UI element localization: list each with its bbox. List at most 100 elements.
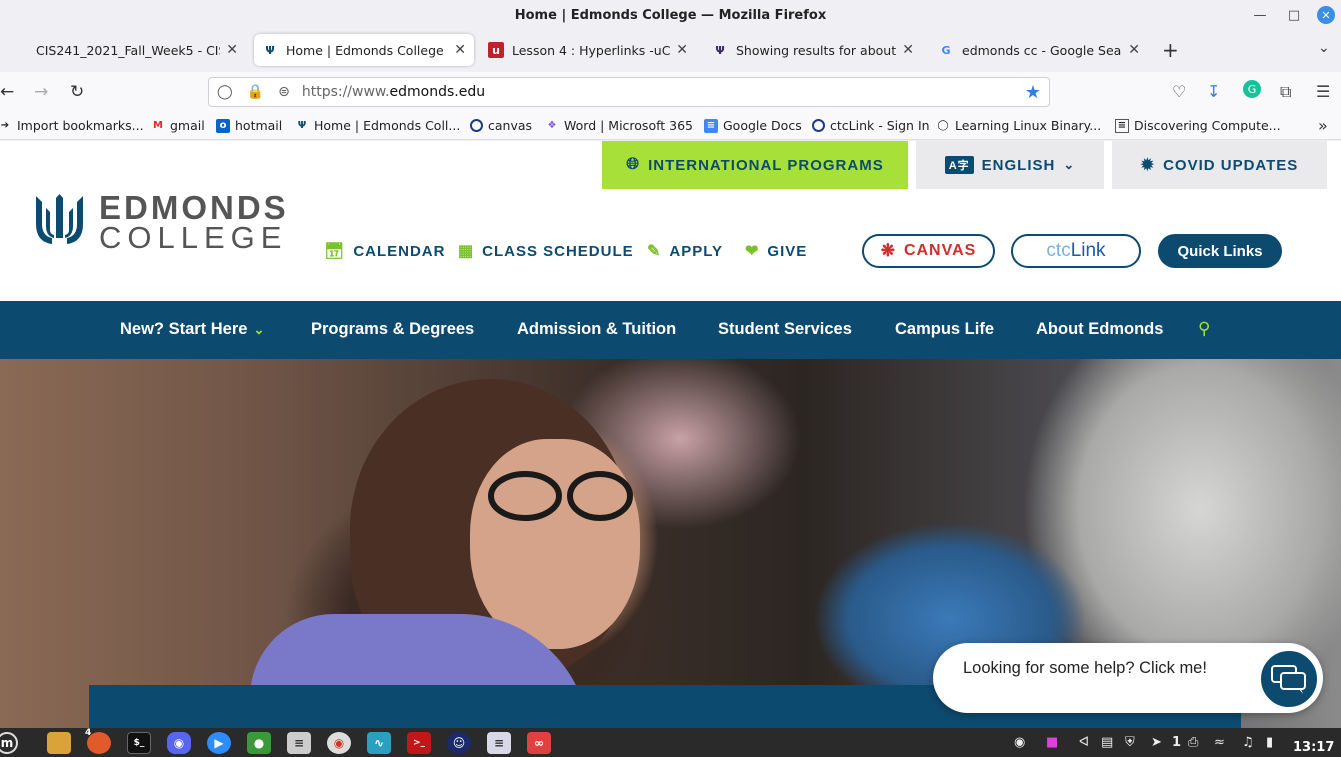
bookmark-learning-linux[interactable]: ◯ Learning Linux Binary...: [936, 118, 1101, 133]
bookmark-discovering[interactable]: ≡ Discovering Compute...: [1115, 118, 1281, 133]
bluetooth-icon[interactable]: ᐊ: [1079, 735, 1089, 750]
nav-student-services[interactable]: Student Services: [718, 320, 852, 339]
quick-links-button[interactable]: Quick Links: [1158, 234, 1282, 268]
bookmark-label: Learning Linux Binary...: [955, 118, 1102, 133]
class-schedule-link[interactable]: ▦ CLASS SCHEDULE: [458, 241, 634, 261]
canvas-button[interactable]: ❋ CANVAS: [862, 234, 995, 268]
tab-showing-results[interactable]: Ψ Showing results for aboutus ✕: [704, 32, 922, 68]
printer-icon[interactable]: ⎙: [1188, 735, 1198, 750]
give-link[interactable]: ❤ GIVE: [745, 241, 807, 261]
terminal-icon[interactable]: $_: [127, 732, 151, 754]
bookmark-canvas[interactable]: canvas: [470, 118, 532, 133]
nav-campus-life[interactable]: Campus Life: [895, 320, 994, 339]
more-bookmarks-chevron-icon[interactable]: »: [1318, 116, 1328, 135]
bookmark-star-icon[interactable]: ★: [1025, 82, 1041, 103]
tab-cis241[interactable]: CIS241_2021_Fall_Week5 - CIS2 ✕: [28, 32, 246, 68]
bookmark-ctclink[interactable]: ctcLink - Sign In: [812, 118, 930, 133]
menu-hamburger-icon[interactable]: ☰: [1316, 82, 1330, 101]
close-window-icon[interactable]: ✕: [1317, 6, 1335, 24]
calendar-link[interactable]: 📅︎ CALENDAR: [324, 241, 445, 261]
tab-google-search[interactable]: G edmonds cc - Google Search ✕: [930, 32, 1148, 68]
bookmark-edmonds[interactable]: Ψ Home | Edmonds Coll...: [295, 118, 461, 133]
new-tab-icon[interactable]: +: [1162, 38, 1179, 62]
chat-bubbles-icon: [1271, 665, 1306, 694]
bookmark-label: gmail: [170, 118, 205, 133]
notifications-icon[interactable]: ➤: [1151, 735, 1162, 750]
nav-admission-tuition[interactable]: Admission & Tuition: [517, 320, 676, 339]
bookmark-google-docs[interactable]: ≡ Google Docs: [704, 118, 802, 133]
forward-arrow-icon[interactable]: →: [34, 82, 48, 102]
text-editor-icon[interactable]: ≡: [487, 732, 511, 754]
pocket-icon[interactable]: ♡: [1172, 82, 1186, 101]
language-select-button[interactable]: A字 ENGLISH ⌄: [916, 141, 1104, 189]
extensions-icon[interactable]: ⧉: [1280, 82, 1291, 102]
system-monitor-icon[interactable]: ∿: [367, 732, 391, 754]
close-tab-icon[interactable]: ✕: [1128, 42, 1140, 58]
reload-icon[interactable]: ↻: [70, 82, 84, 102]
covid-updates-button[interactable]: ✹ COVID UPDATES: [1112, 141, 1327, 189]
tab-bar: CIS241_2021_Fall_Week5 - CIS2 ✕ Ψ Home |…: [0, 32, 1341, 68]
cube-tray-icon[interactable]: ■: [1046, 735, 1058, 750]
linux-mint-menu-icon[interactable]: m: [0, 732, 18, 754]
battery-icon[interactable]: ▮: [1266, 735, 1273, 750]
grammarly-icon[interactable]: G: [1243, 80, 1261, 98]
notification-count: 1: [1172, 735, 1182, 750]
tab-ucert[interactable]: u Lesson 4 : Hyperlinks -uCert ✕: [480, 32, 696, 68]
wifi-icon[interactable]: ≈: [1214, 735, 1225, 750]
close-tab-icon[interactable]: ✕: [454, 42, 466, 58]
system-taskbar: m 4 $_ ◉ ▶ ● ≡ ◉ ∿ >_ ☺ ≡ ∞ ◉ ■ ᐊ ▤ ⛨ ➤ …: [0, 728, 1341, 757]
zoom-icon[interactable]: ▶: [207, 732, 231, 754]
firefox-taskbar-icon[interactable]: 4: [85, 728, 111, 754]
close-tab-icon[interactable]: ✕: [902, 42, 914, 58]
international-programs-button[interactable]: 🌐︎ INTERNATIONAL PROGRAMS: [602, 141, 908, 189]
volume-icon[interactable]: ♫: [1242, 735, 1254, 750]
clipboard-icon[interactable]: ▤: [1101, 735, 1113, 750]
list-tabs-chevron-icon[interactable]: ⌄: [1318, 40, 1330, 56]
url-bar[interactable]: ◯ 🔒 ⊜ https://www.edmonds.edu ★: [208, 77, 1050, 107]
import-icon: ➔: [0, 120, 10, 131]
lock-icon[interactable]: 🔒: [247, 84, 264, 100]
reader-glasses-icon[interactable]: ∞: [527, 732, 551, 754]
tab-title: Home | Edmonds College: [286, 42, 444, 58]
nav-programs-degrees[interactable]: Programs & Degrees: [311, 320, 474, 339]
clock[interactable]: 13:17: [1293, 740, 1334, 755]
firefox-view-icon[interactable]: [0, 32, 8, 68]
ctclink-button[interactable]: ctc Link: [1011, 234, 1141, 268]
window-titlebar: Home | Edmonds College — Mozilla Firefox…: [0, 0, 1341, 30]
tab-edmonds-home[interactable]: Ψ Home | Edmonds College ✕: [254, 34, 474, 66]
document-icon: ≡: [1115, 118, 1129, 133]
files-folder-icon[interactable]: [47, 732, 71, 754]
chrome-icon[interactable]: ◉: [327, 732, 351, 754]
edmonds-college-logo[interactable]: EDMONDS COLLEGE: [32, 191, 289, 255]
apply-link[interactable]: ✎ APPLY: [647, 241, 723, 261]
password-manager-icon[interactable]: ●: [247, 732, 271, 754]
bookmark-import[interactable]: ➔ Import bookmarks...: [0, 118, 144, 133]
ctclink-prefix: ctc: [1046, 240, 1071, 261]
shield-tray-icon[interactable]: ⛨: [1125, 735, 1135, 750]
downloads-icon[interactable]: ↧: [1207, 82, 1220, 101]
main-navigation: New? Start Here ⌄ Programs & Degrees Admi…: [0, 301, 1341, 359]
url-text[interactable]: https://www.edmonds.edu: [302, 84, 485, 100]
bookmark-label: Import bookmarks...: [17, 118, 144, 133]
shield-icon[interactable]: ◯: [217, 84, 233, 100]
settings-toggles-icon[interactable]: ≡: [287, 732, 311, 754]
close-tab-icon[interactable]: ✕: [676, 42, 688, 58]
logo-line2: COLLEGE: [99, 220, 288, 255]
close-tab-icon[interactable]: ✕: [226, 42, 238, 58]
bookmark-word[interactable]: ❖ Word | Microsoft 365: [545, 118, 694, 133]
red-terminal-icon[interactable]: >_: [407, 732, 431, 754]
minimize-icon[interactable]: —: [1249, 4, 1271, 26]
vpn-app-icon[interactable]: ☺: [447, 732, 471, 754]
discord-icon[interactable]: ◉: [167, 732, 191, 754]
maximize-icon[interactable]: □: [1283, 4, 1305, 26]
search-icon[interactable]: ⚲: [1198, 319, 1210, 339]
back-arrow-icon[interactable]: ←: [0, 82, 14, 102]
chat-icon[interactable]: [1258, 648, 1320, 710]
permissions-icon[interactable]: ⊜: [278, 84, 290, 100]
discord-tray-icon[interactable]: ◉: [1014, 735, 1025, 750]
nav-new-start-here[interactable]: New? Start Here ⌄: [120, 320, 264, 339]
bookmark-hotmail[interactable]: o hotmail: [216, 118, 282, 133]
nav-about-edmonds[interactable]: About Edmonds: [1036, 320, 1163, 339]
edmonds-favicon-icon: Ψ: [265, 43, 275, 57]
bookmark-gmail[interactable]: Mgmail: [151, 118, 205, 133]
